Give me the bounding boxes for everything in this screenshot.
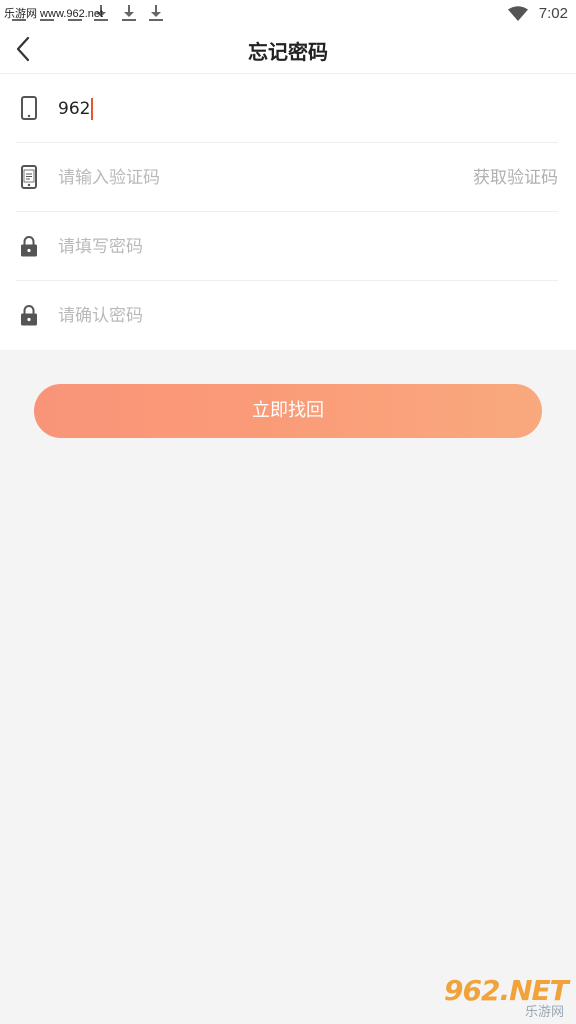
phone-code-icon — [21, 165, 37, 189]
phone-input[interactable]: 962 — [58, 96, 418, 122]
watermark-text: 乐游网 www.962.net — [4, 8, 104, 20]
text-caret — [91, 98, 94, 120]
phone-value: 962 — [58, 99, 91, 119]
code-row: 请输入验证码 获取验证码 — [16, 143, 558, 212]
code-input[interactable]: 请输入验证码 — [58, 165, 418, 191]
page-title: 忘记密码 — [248, 40, 328, 64]
reset-password-form: 962 请输入验证码 获取验证码 请填写密码 请确认密码 — [0, 74, 576, 350]
password-row: 请填写密码 — [16, 212, 558, 281]
retrieve-now-button[interactable]: 立即找回 — [34, 384, 542, 438]
corner-logo: 962.NET 乐游网 — [440, 974, 570, 1020]
phone-icon — [21, 96, 37, 120]
phone-row: 962 — [16, 74, 558, 143]
lock-icon — [21, 236, 37, 257]
confirm-password-input[interactable]: 请确认密码 — [58, 303, 418, 329]
status-time: 7:02 — [538, 5, 568, 22]
header-bar: 忘记密码 — [0, 28, 576, 74]
password-input[interactable]: 请填写密码 — [58, 234, 418, 260]
confirm-password-row: 请确认密码 — [16, 281, 558, 350]
status-bar: 乐游网 www.962.net 7:02 — [0, 0, 576, 28]
lock-icon — [21, 305, 37, 326]
logo-caption: 乐游网 — [524, 1005, 564, 1020]
download-icon — [122, 3, 136, 23]
get-code-button[interactable]: 获取验证码 — [473, 165, 558, 191]
download-icon — [149, 3, 163, 23]
wifi-icon — [508, 6, 528, 21]
